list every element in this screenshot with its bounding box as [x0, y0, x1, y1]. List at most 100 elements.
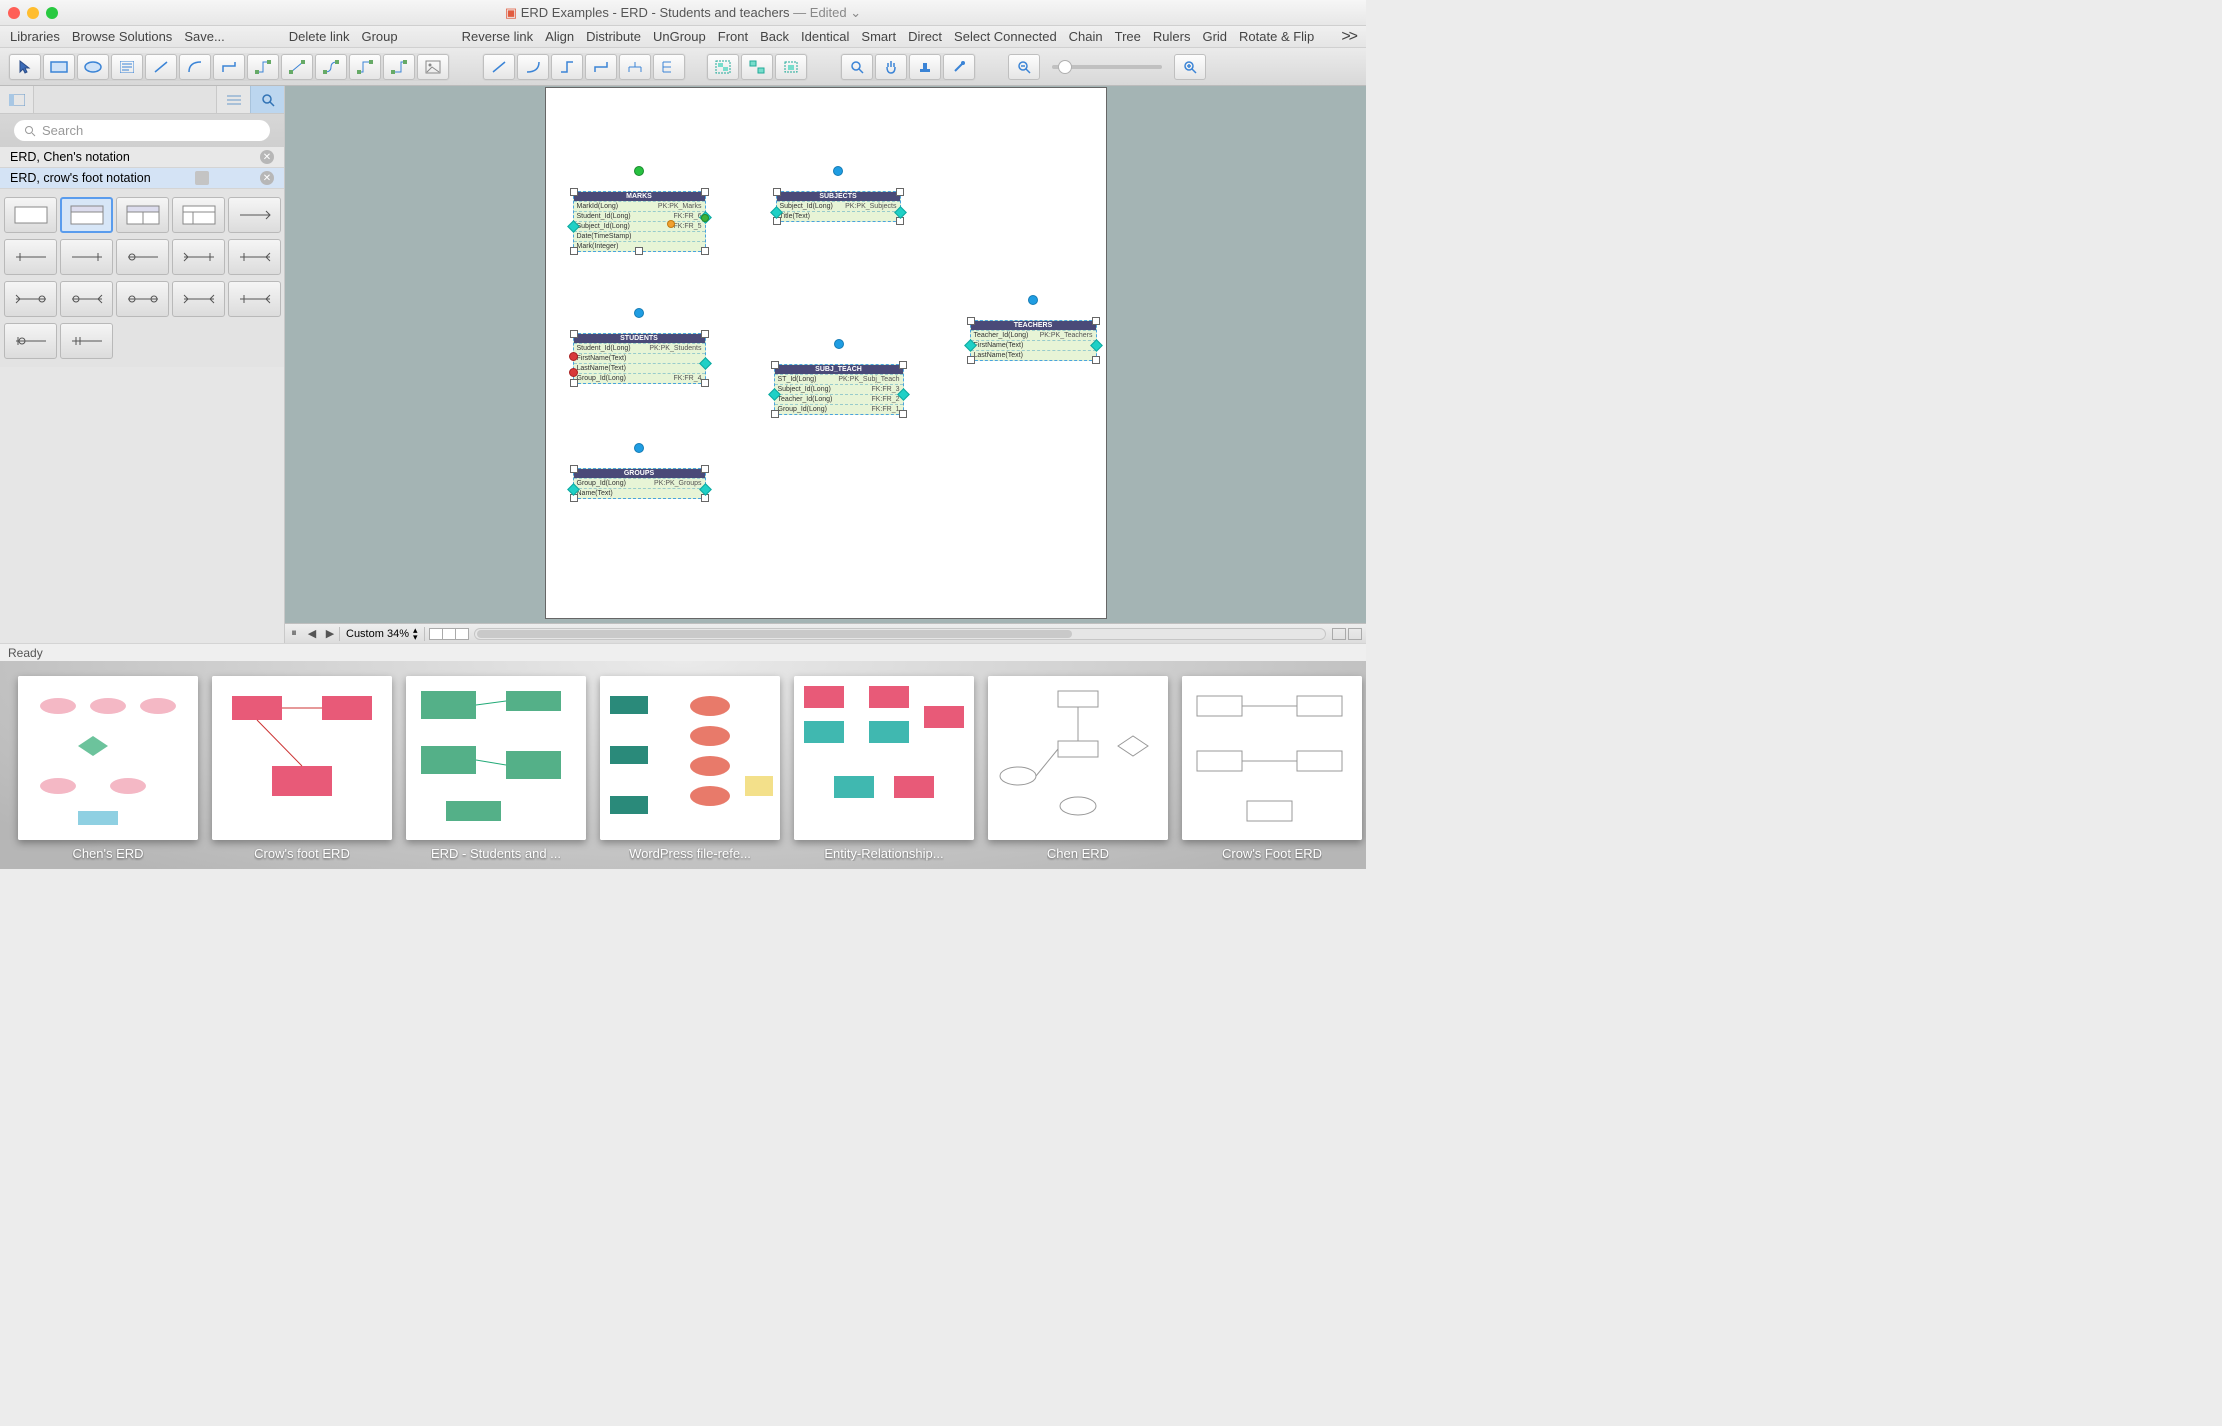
gallery-thumb[interactable]: ERD - Students and ... — [406, 676, 586, 861]
entity-teachers[interactable]: TEACHERS Teacher_Id(Long)PK:PK_Teachers … — [970, 320, 1097, 361]
stencil-entity-4[interactable] — [172, 197, 225, 233]
stencil-relation-3[interactable] — [60, 239, 113, 275]
tool-ellipse[interactable] — [77, 54, 109, 80]
entity-students[interactable]: STUDENTS Student_Id(Long)PK:PK_Students … — [573, 333, 706, 384]
conn-style-curve[interactable] — [517, 54, 549, 80]
tool-connector-3[interactable] — [315, 54, 347, 80]
conn-style-tree-h[interactable] — [619, 54, 651, 80]
tool-insert-image[interactable] — [417, 54, 449, 80]
library-row-chen[interactable]: ERD, Chen's notation ✕ — [0, 147, 284, 168]
menu-chain[interactable]: Chain — [1069, 29, 1103, 44]
list-view-icon[interactable] — [216, 86, 250, 113]
menu-smart[interactable]: Smart — [861, 29, 896, 44]
menu-identical[interactable]: Identical — [801, 29, 849, 44]
menu-save[interactable]: Save... — [184, 29, 224, 44]
save-library-icon[interactable] — [195, 171, 209, 185]
stencil-relation-13[interactable] — [60, 323, 113, 359]
tool-connector-4[interactable] — [349, 54, 381, 80]
library-search-toggle[interactable] — [250, 86, 284, 113]
stencil-relation-12[interactable] — [4, 323, 57, 359]
tool-stamp[interactable] — [909, 54, 941, 80]
page-thumbnails[interactable] — [429, 628, 468, 640]
entity-subjects[interactable]: SUBJECTS Subject_Id(Long)PK:PK_Subjects … — [776, 191, 901, 222]
entity-subj-teach[interactable]: SUBJ_TEACH ST_Id(Long)PK:PK_Subj_Teach S… — [774, 364, 904, 415]
menu-grid[interactable]: Grid — [1202, 29, 1227, 44]
tool-eyedropper[interactable] — [943, 54, 975, 80]
edited-indicator[interactable]: — Edited ⌄ — [793, 5, 861, 20]
horizontal-scrollbar[interactable] — [474, 628, 1326, 640]
stencil-entity-1[interactable] — [4, 197, 57, 233]
menu-ungroup[interactable]: UnGroup — [653, 29, 706, 44]
menu-rotate-flip[interactable]: Rotate & Flip — [1239, 29, 1314, 44]
close-icon[interactable]: ✕ — [260, 171, 274, 185]
tool-connector-1[interactable] — [247, 54, 279, 80]
lock-shapes[interactable] — [775, 54, 807, 80]
tool-elbow[interactable] — [213, 54, 245, 80]
fit-page-button[interactable] — [1348, 628, 1362, 640]
stencil-entity-3[interactable] — [116, 197, 169, 233]
conn-style-smart[interactable] — [585, 54, 617, 80]
menu-distribute[interactable]: Distribute — [586, 29, 641, 44]
zoom-display[interactable]: Custom 34% ▴▾ — [339, 627, 425, 641]
rotate-handle[interactable] — [1028, 295, 1038, 305]
gallery-thumb[interactable]: Crow's foot ERD — [212, 676, 392, 861]
close-icon[interactable]: ✕ — [260, 150, 274, 164]
stencil-relation-4[interactable] — [116, 239, 169, 275]
library-row-crows-foot[interactable]: ERD, crow's foot notation ✕ — [0, 168, 284, 189]
stencil-relation-9[interactable] — [116, 281, 169, 317]
conn-style-tree-v[interactable] — [653, 54, 685, 80]
menu-back[interactable]: Back — [760, 29, 789, 44]
tool-arc[interactable] — [179, 54, 211, 80]
fit-width-button[interactable] — [1332, 628, 1346, 640]
pause-preview-button[interactable]: ⏸ — [285, 627, 303, 640]
stencil-relation-5[interactable] — [172, 239, 225, 275]
rotate-handle[interactable] — [834, 339, 844, 349]
gallery-thumb[interactable]: Chen ERD — [988, 676, 1168, 861]
gallery-thumb[interactable]: WordPress file-refe... — [600, 676, 780, 861]
stencil-relation-1[interactable] — [228, 197, 281, 233]
menu-rulers[interactable]: Rulers — [1153, 29, 1191, 44]
ungroup-shapes[interactable] — [741, 54, 773, 80]
stencil-relation-11[interactable] — [228, 281, 281, 317]
menu-front[interactable]: Front — [718, 29, 748, 44]
stencil-relation-10[interactable] — [172, 281, 225, 317]
tool-connector-5[interactable] — [383, 54, 415, 80]
library-search-input[interactable]: Search — [14, 120, 270, 141]
stencil-relation-8[interactable] — [60, 281, 113, 317]
tool-zoom[interactable] — [841, 54, 873, 80]
tool-select[interactable] — [9, 54, 41, 80]
rotate-handle[interactable] — [634, 308, 644, 318]
canvas-viewport[interactable]: MARKS MarkId(Long)PK:PK_Marks Student_Id… — [285, 86, 1366, 623]
menu-align[interactable]: Align — [545, 29, 574, 44]
conn-style-ortho[interactable] — [551, 54, 583, 80]
zoom-in-button[interactable] — [1174, 54, 1206, 80]
menu-tree[interactable]: Tree — [1115, 29, 1141, 44]
menu-direct[interactable]: Direct — [908, 29, 942, 44]
rotate-handle[interactable] — [833, 166, 843, 176]
next-page-button[interactable]: ▶ — [321, 627, 339, 640]
menu-browse-solutions[interactable]: Browse Solutions — [72, 29, 172, 44]
diagram-page[interactable]: MARKS MarkId(Long)PK:PK_Marks Student_Id… — [545, 87, 1107, 619]
menu-reverse-link[interactable]: Reverse link — [462, 29, 534, 44]
stencil-relation-2[interactable] — [4, 239, 57, 275]
zoom-slider[interactable] — [1052, 65, 1162, 69]
entity-marks[interactable]: MARKS MarkId(Long)PK:PK_Marks Student_Id… — [573, 191, 706, 252]
rotate-handle[interactable] — [634, 443, 644, 453]
gallery-thumb[interactable]: Crow's Foot ERD — [1182, 676, 1362, 861]
tool-rectangle[interactable] — [43, 54, 75, 80]
menu-group[interactable]: Group — [361, 29, 397, 44]
prev-page-button[interactable]: ◀ — [303, 627, 321, 640]
stencil-entity-2[interactable] — [60, 197, 113, 233]
stepper-icon[interactable]: ▴▾ — [413, 627, 418, 641]
entity-groups[interactable]: GROUPS Group_Id(Long)PK:PK_Groups Name(T… — [573, 468, 706, 499]
tool-line[interactable] — [145, 54, 177, 80]
tool-connector-2[interactable] — [281, 54, 313, 80]
menu-libraries[interactable]: Libraries — [10, 29, 60, 44]
menu-overflow[interactable]: >> — [1341, 28, 1356, 46]
tool-text[interactable] — [111, 54, 143, 80]
stencil-relation-7[interactable] — [4, 281, 57, 317]
panel-toggle-icon[interactable] — [0, 86, 34, 113]
zoom-slider-thumb[interactable] — [1058, 60, 1072, 74]
menu-delete-link[interactable]: Delete link — [289, 29, 350, 44]
conn-style-straight[interactable] — [483, 54, 515, 80]
